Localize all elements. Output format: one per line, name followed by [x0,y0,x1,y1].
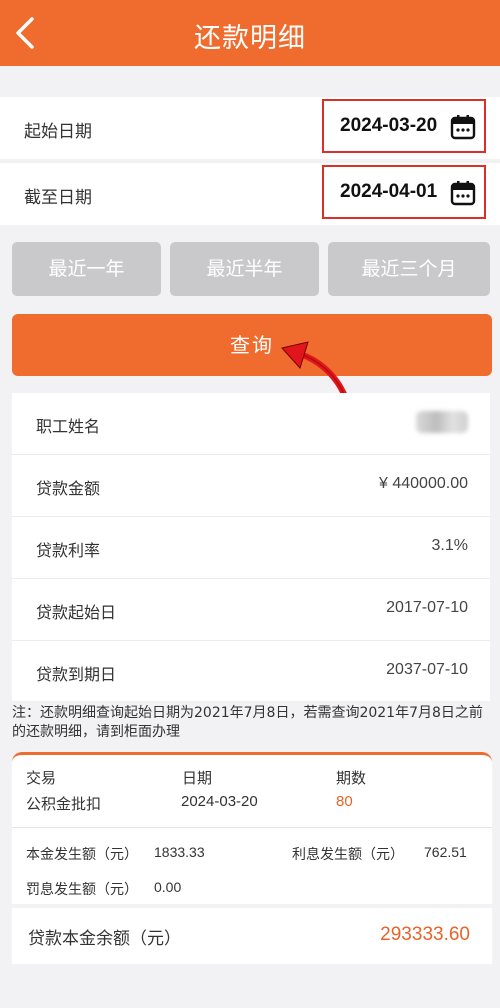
end-date-picker[interactable]: 2024-04-01 [322,165,486,219]
date-header: 日期 [182,769,213,787]
penalty-label: 罚息发生额（元） [26,882,138,898]
period-number: 80 [336,793,353,810]
loan-start-label: 贷款起始日 [36,603,117,622]
app-header: 还款明细 [0,0,500,66]
principal-balance-row: 贷款本金余额（元） 293333.60 [12,908,492,964]
interest-label: 利息发生额（元） [292,847,404,863]
end-date-value: 2024-04-01 [340,181,438,202]
quick-range-one-year-button[interactable]: 最近一年 [12,242,161,296]
principal-label: 本金发生额（元） [26,847,138,863]
start-date-label: 起始日期 [24,122,92,142]
start-date-value: 2024-03-20 [340,115,438,136]
principal-balance-label: 贷款本金余额（元） [28,929,181,949]
loan-amount-value: ¥ 440000.00 [379,475,468,492]
interest-value: 762.51 [424,844,467,860]
page-title: 还款明细 [194,23,306,54]
start-date-picker[interactable]: 2024-03-20 [322,99,486,153]
penalty-value: 0.00 [154,879,182,895]
loan-end-value: 2037-07-10 [386,661,468,678]
loan-end-row: 贷款到期日 2037-07-10 [12,641,490,703]
loan-info-card: 职工姓名 贷款金额 ¥ 440000.00 贷款利率 3.1% 贷款起始日 20… [12,393,490,701]
loan-start-value: 2017-07-10 [386,599,468,616]
start-date-row: 起始日期 2024-03-20 [0,97,500,159]
loan-rate-row: 贷款利率 3.1% [12,517,490,579]
loan-start-row: 贷款起始日 2017-07-10 [12,579,490,641]
loan-end-label: 贷款到期日 [36,665,117,684]
query-note: 注：还款明细查询起始日期为2021年7月8日，若需查询2021年7月8日之前的还… [12,705,483,740]
calendar-icon[interactable] [450,114,476,140]
type-header: 交易 [26,769,57,787]
period-header: 期数 [336,769,367,787]
employee-name-row: 职工姓名 [12,393,490,455]
principal-value: 1833.33 [154,844,205,860]
divider [12,827,492,828]
redacted-name [416,411,468,433]
calendar-icon[interactable] [450,180,476,206]
employee-name-label: 职工姓名 [36,417,101,436]
query-button[interactable]: 查询 [12,314,492,376]
loan-amount-label: 贷款金额 [36,479,101,498]
loan-rate-label: 贷款利率 [36,541,101,560]
loan-amount-row: 贷款金额 ¥ 440000.00 [12,455,490,517]
principal-balance-value: 293333.60 [380,924,470,945]
transaction-date: 2024-03-20 [181,793,258,810]
repayment-record-card[interactable]: 交易 日期 期数 公积金批扣 2024-03-20 80 本金发生额（元） 18… [12,752,492,904]
loan-rate-value: 3.1% [431,537,468,554]
quick-range-half-year-button[interactable]: 最近半年 [170,242,319,296]
transaction-type: 公积金批扣 [26,795,102,813]
quick-range-three-months-button[interactable]: 最近三个月 [328,242,490,296]
end-date-row: 截至日期 2024-04-01 [0,163,500,225]
end-date-label: 截至日期 [24,188,92,208]
